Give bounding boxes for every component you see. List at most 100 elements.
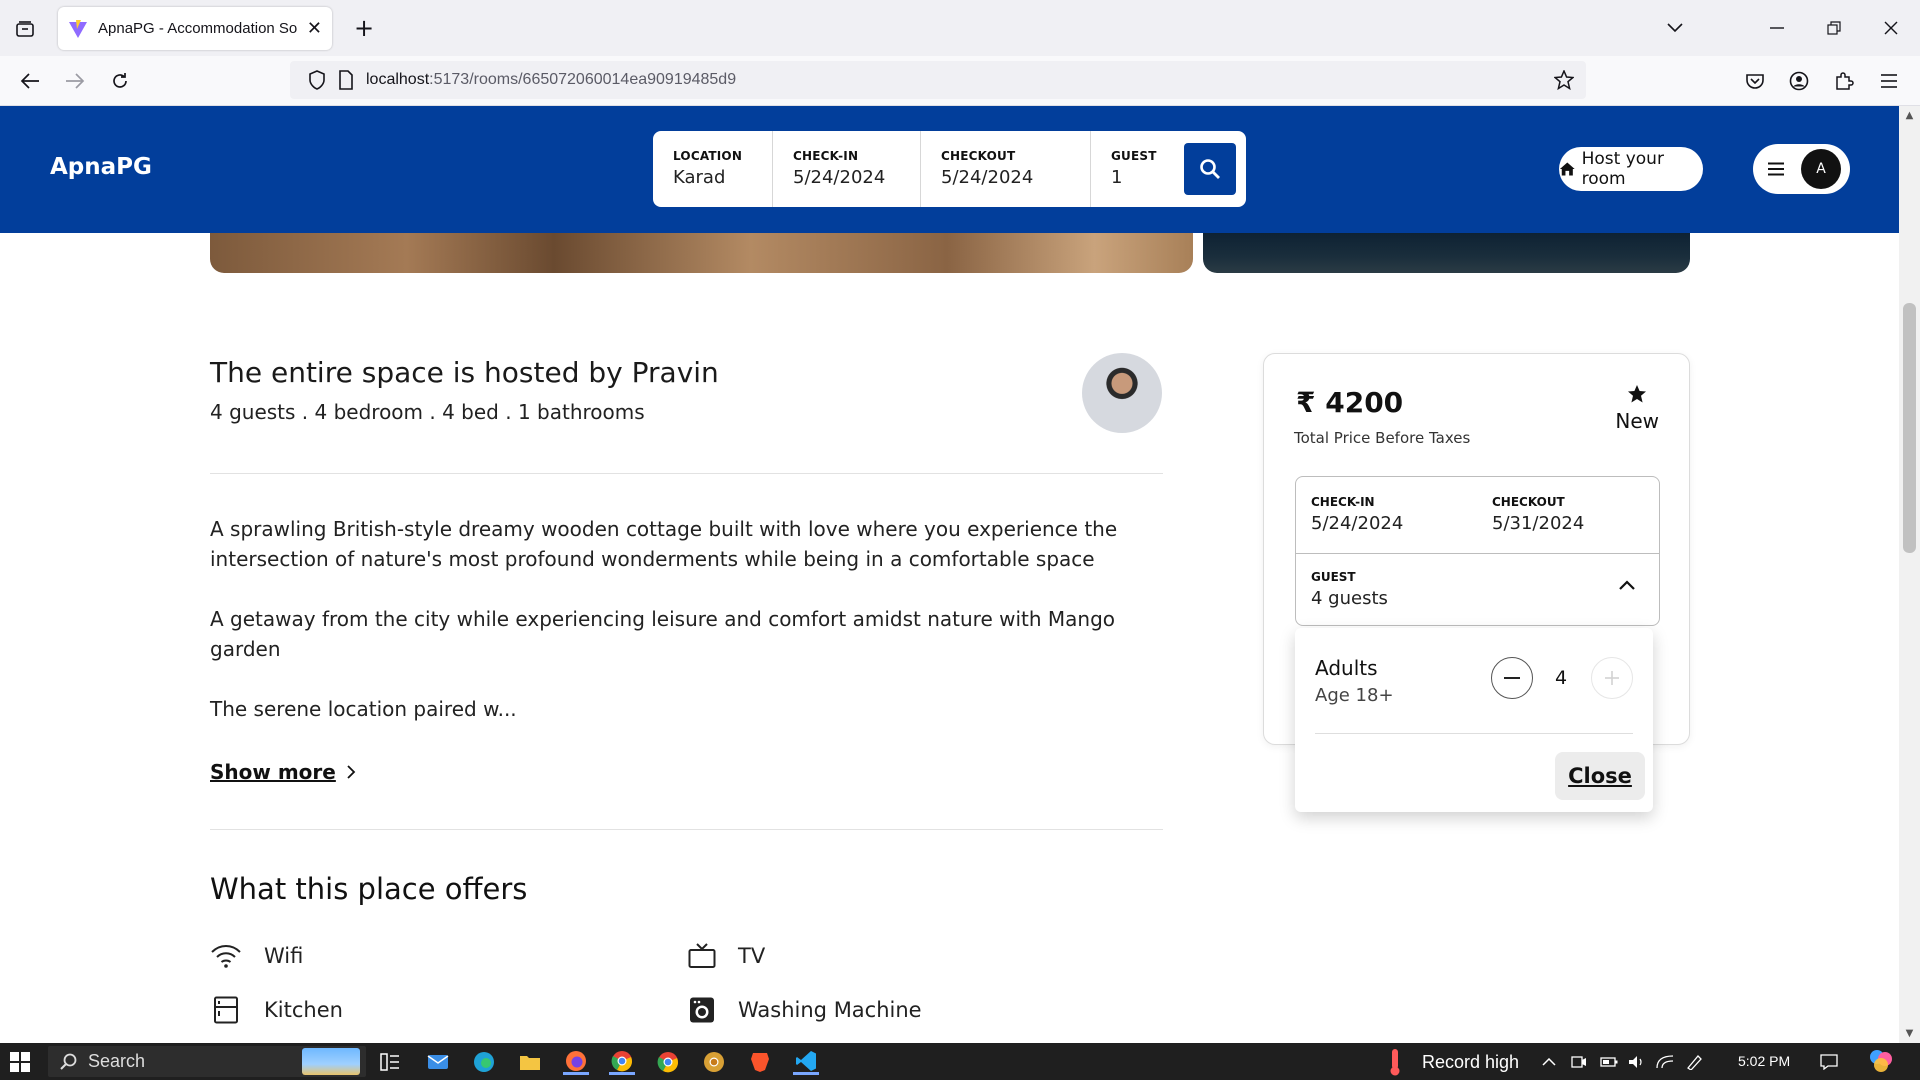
minus-icon	[1504, 677, 1520, 679]
adults-age-note: Age 18+	[1315, 685, 1394, 706]
app-logo[interactable]: ApnaPG	[50, 154, 152, 180]
mail-app-icon[interactable]	[425, 1049, 451, 1075]
checkout-value: 5/24/2024	[941, 167, 1034, 188]
host-avatar[interactable]	[1082, 353, 1162, 433]
show-more-link[interactable]: Show more	[210, 760, 356, 784]
adults-increment-button[interactable]	[1591, 657, 1633, 699]
checkout-label: CHECKOUT	[941, 149, 1016, 163]
taskbar-search[interactable]: Search	[48, 1046, 366, 1077]
host-your-room-button[interactable]: Host your room	[1559, 147, 1703, 191]
checkout-label: CHECKOUT	[1492, 495, 1565, 509]
window-close-icon[interactable]	[1876, 14, 1906, 42]
restore-icon[interactable]	[1819, 14, 1849, 42]
tab-close-icon[interactable]: ✕	[307, 18, 322, 39]
adults-label: Adults	[1315, 656, 1378, 680]
close-button[interactable]: Close	[1555, 752, 1645, 800]
checkout-field[interactable]: CHECKOUT 5/31/2024	[1492, 495, 1584, 534]
search-location-field[interactable]: LOCATION Karad	[653, 131, 773, 207]
search-highlight-image	[302, 1048, 360, 1075]
taskbar-search-label: Search	[88, 1051, 146, 1071]
rating: New	[1615, 384, 1659, 433]
adults-decrement-button[interactable]	[1491, 657, 1533, 699]
back-icon[interactable]	[15, 66, 45, 96]
tab-overflow-chevron-icon[interactable]	[1660, 14, 1690, 42]
rating-label: New	[1615, 409, 1659, 433]
show-more-label: Show more	[210, 760, 336, 784]
page-icon[interactable]	[338, 70, 354, 90]
adults-count: 4	[1555, 667, 1568, 689]
page-scrollbar[interactable]	[1899, 106, 1920, 1043]
vite-favicon-icon	[69, 19, 87, 38]
windows-start-icon[interactable]	[10, 1052, 30, 1072]
chrome-icon[interactable]	[609, 1049, 635, 1075]
chevron-right-icon	[347, 765, 356, 779]
new-tab-icon[interactable]: +	[350, 14, 378, 42]
washing-machine-icon	[690, 997, 714, 1023]
currency-symbol: ₹	[1296, 386, 1316, 419]
chevron-up-icon[interactable]	[1619, 580, 1635, 590]
battery-icon[interactable]	[1600, 1053, 1618, 1071]
brave-browser-icon[interactable]	[747, 1049, 773, 1075]
host-title: The entire space is hosted by Pravin	[210, 356, 719, 389]
avatar[interactable]: A	[1801, 149, 1841, 189]
firefox-icon[interactable]	[563, 1049, 589, 1075]
pocket-icon[interactable]	[1740, 66, 1770, 96]
app-menu-icon[interactable]	[1874, 66, 1904, 96]
clock[interactable]: 5:02 PM	[1738, 1053, 1790, 1069]
search-guest-field[interactable]: GUEST 1	[1091, 131, 1181, 207]
guest-selector[interactable]: GUEST 4 guests	[1296, 553, 1659, 625]
url-text[interactable]: localhost:5173/rooms/665072060014ea90919…	[366, 71, 736, 89]
extensions-icon[interactable]	[1829, 66, 1859, 96]
tray-overflow-chevron-icon[interactable]	[1540, 1053, 1558, 1071]
file-explorer-icon[interactable]	[517, 1049, 543, 1075]
edge-browser-icon[interactable]	[471, 1049, 497, 1075]
account-icon[interactable]	[1784, 66, 1814, 96]
weather-text[interactable]: Record high	[1422, 1052, 1519, 1073]
room-photo-left[interactable]	[210, 233, 1193, 273]
shield-icon[interactable]	[308, 70, 326, 90]
star-icon	[1628, 385, 1647, 403]
notifications-icon[interactable]	[1820, 1053, 1838, 1071]
offer-label: TV	[738, 944, 766, 968]
offer-wifi: Wifi	[210, 943, 303, 969]
offer-label: Washing Machine	[738, 998, 922, 1022]
offer-kitchen: Kitchen	[210, 996, 343, 1024]
guest-label: GUEST	[1311, 570, 1356, 584]
price-value: 4200	[1325, 386, 1404, 419]
user-menu-button[interactable]: A	[1753, 144, 1850, 194]
search-icon	[60, 1053, 77, 1070]
taskbar: Search Record high 5:02 PM	[0, 1043, 1920, 1080]
search-checkin-field[interactable]: CHECK-IN 5/24/2024	[773, 131, 921, 207]
home-icon	[1559, 162, 1575, 176]
description-paragraph-3: The serene location paired w...	[210, 697, 517, 721]
tab-list-icon[interactable]	[12, 16, 38, 42]
vscode-icon[interactable]	[793, 1049, 819, 1075]
price-subtitle: Total Price Before Taxes	[1294, 429, 1471, 447]
network-icon[interactable]	[1656, 1053, 1674, 1071]
offer-label: Wifi	[264, 944, 304, 968]
checkin-field[interactable]: CHECK-IN 5/24/2024	[1311, 495, 1403, 534]
offer-washing-machine: Washing Machine	[688, 996, 922, 1024]
forward-icon[interactable]	[60, 66, 90, 96]
bookmark-star-icon[interactable]	[1554, 70, 1574, 90]
app-header: ApnaPG LOCATION Karad CHECK-IN 5/24/2024…	[0, 106, 1899, 233]
offer-label: Kitchen	[264, 998, 343, 1022]
scrollbar-thumb[interactable]	[1903, 303, 1916, 553]
scroll-down-arrow-icon[interactable]: ▼	[1903, 1028, 1916, 1040]
meet-now-icon[interactable]	[1570, 1053, 1588, 1071]
search-checkout-field[interactable]: CHECKOUT 5/24/2024	[921, 131, 1091, 207]
scroll-up-arrow-icon[interactable]: ▲	[1903, 110, 1916, 122]
task-view-icon[interactable]	[377, 1049, 403, 1075]
reload-icon[interactable]	[105, 66, 135, 96]
room-photo-right[interactable]	[1203, 233, 1690, 273]
copilot-icon[interactable]	[1868, 1048, 1894, 1074]
chrome-profile-icon[interactable]	[655, 1049, 681, 1075]
search-button[interactable]	[1184, 143, 1236, 195]
url-bar[interactable]: localhost:5173/rooms/665072060014ea90919…	[290, 61, 1586, 99]
browser-tab[interactable]: ApnaPG - Accommodation Solu ✕	[58, 7, 332, 50]
pen-icon[interactable]	[1686, 1053, 1704, 1071]
minimize-icon[interactable]	[1762, 14, 1792, 42]
chrome-canary-icon[interactable]	[701, 1049, 727, 1075]
volume-icon[interactable]	[1628, 1053, 1646, 1071]
checkout-value: 5/31/2024	[1492, 513, 1585, 534]
